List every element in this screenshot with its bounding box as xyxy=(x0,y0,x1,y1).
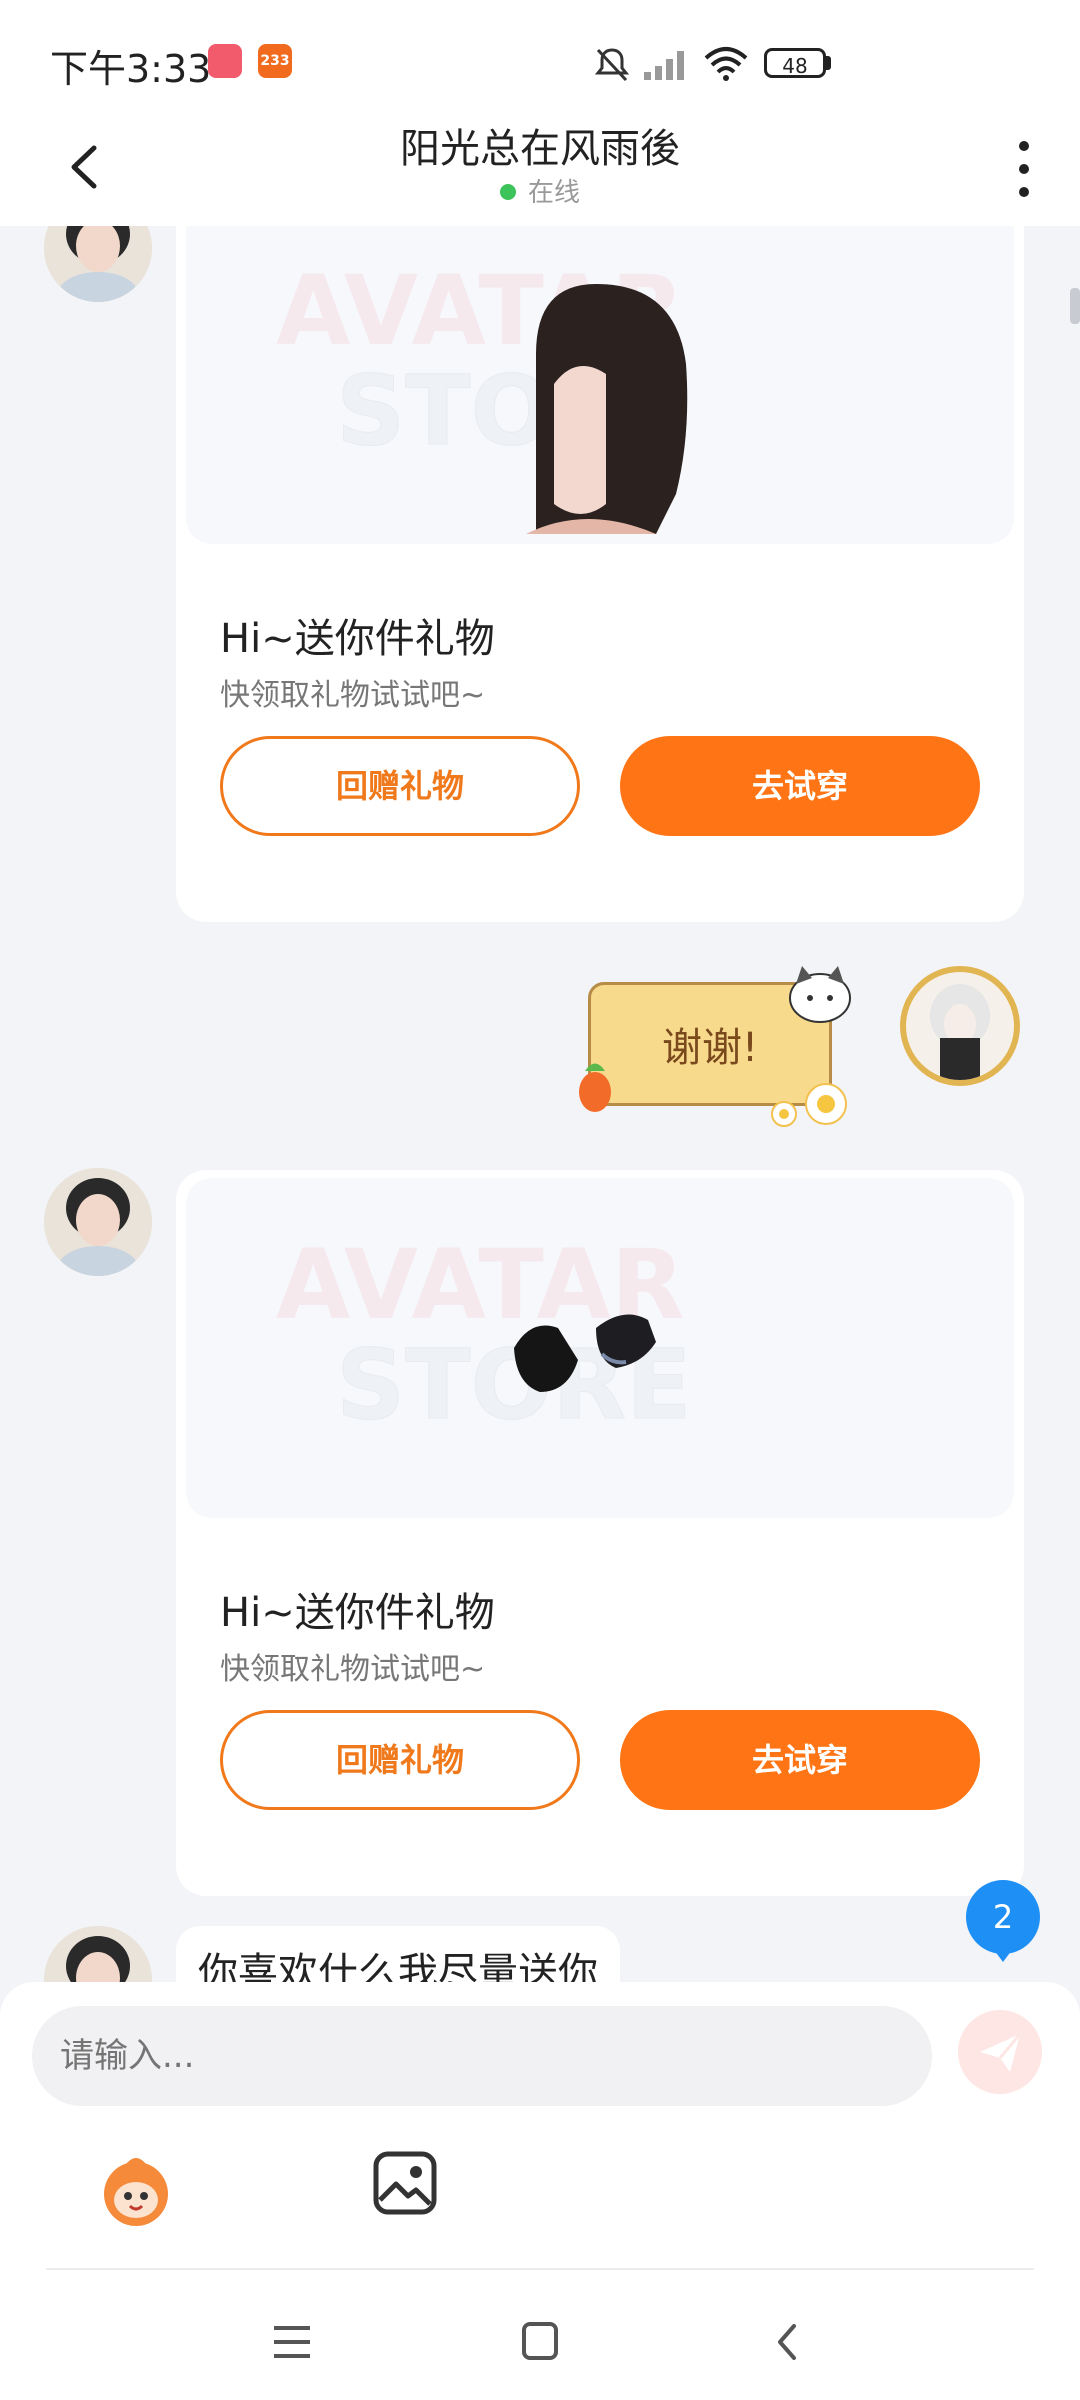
image-icon[interactable] xyxy=(372,2150,438,2216)
gift-preview[interactable]: AVATAR STORE xyxy=(186,1178,1014,1518)
gift-gloves-illustration: AVATAR STORE xyxy=(276,1229,692,1442)
status-bar: 下午3:33 233 48 xyxy=(0,0,1080,110)
menu-icon[interactable] xyxy=(262,2312,322,2372)
gift-title: Hi~送你件礼物 xyxy=(220,616,495,662)
send-button[interactable] xyxy=(958,2010,1042,2094)
app-233-icon: 233 xyxy=(258,44,292,78)
contact-avatar[interactable] xyxy=(44,226,152,302)
gift-card: AVATAR STORE Hi~送你件礼物 快领取礼物试试吧~ 回赠礼物 去试穿 xyxy=(176,226,1024,922)
nav-back-icon[interactable] xyxy=(758,2312,818,2372)
send-icon xyxy=(980,2033,1022,2072)
divider xyxy=(46,2268,1034,2270)
mute-icon xyxy=(594,48,630,82)
avatar-emoji-icon[interactable] xyxy=(96,2150,176,2230)
flower-icon xyxy=(771,1083,847,1127)
text-message[interactable]: 你喜欢什么我尽量送你 xyxy=(176,1926,620,1986)
app-notification-icon xyxy=(208,44,242,78)
gift-subtitle: 快领取礼物试试吧~ xyxy=(220,678,486,713)
wifi-icon xyxy=(704,47,748,81)
gift-hair-illustration: AVATAR STORE xyxy=(276,255,692,534)
cat-sticker-icon xyxy=(789,966,851,1023)
chat-header: 阳光总在风雨後 在线 xyxy=(0,110,1080,226)
online-dot xyxy=(499,183,516,200)
signal-icon xyxy=(644,51,684,80)
try-on-button[interactable]: 去试穿 xyxy=(620,736,980,836)
try-on-button[interactable]: 去试穿 xyxy=(620,1710,980,1810)
online-status-label: 在线 xyxy=(527,178,580,208)
contact-name: 阳光总在风雨後 xyxy=(400,126,680,172)
carrot-icon xyxy=(579,1063,611,1112)
status-time: 下午3:33 xyxy=(50,47,212,91)
contact-avatar[interactable] xyxy=(44,1168,152,1276)
contact-avatar[interactable] xyxy=(44,1926,152,1986)
chat-message-list[interactable]: AVATAR STORE Hi~送你件礼物 快领取礼物试试吧~ 回赠礼物 去试穿… xyxy=(0,226,1080,1986)
more-icon[interactable] xyxy=(1004,134,1044,204)
input-panel xyxy=(0,1982,1080,2400)
home-icon[interactable] xyxy=(510,2312,570,2372)
battery-indicator: 48 xyxy=(764,48,826,78)
battery-tip xyxy=(826,56,831,70)
online-status: 在线 xyxy=(0,172,1080,209)
unread-count-badge[interactable]: 2 xyxy=(966,1880,1040,1954)
gift-subtitle: 快领取礼物试试吧~ xyxy=(220,1652,486,1687)
message-input[interactable] xyxy=(32,2006,932,2106)
my-avatar[interactable] xyxy=(900,966,1020,1086)
gift-card: AVATAR STORE Hi~送你件礼物 快领取礼物试试吧~ 回赠礼物 去试穿 xyxy=(176,1170,1024,1896)
return-gift-button[interactable]: 回赠礼物 xyxy=(220,736,580,836)
scrollbar[interactable] xyxy=(1070,288,1080,324)
gift-title: Hi~送你件礼物 xyxy=(220,1590,495,1636)
return-gift-button[interactable]: 回赠礼物 xyxy=(220,1710,580,1810)
unread-badge-tail xyxy=(991,1946,1015,1962)
gift-preview[interactable]: AVATAR STORE xyxy=(186,226,1014,544)
